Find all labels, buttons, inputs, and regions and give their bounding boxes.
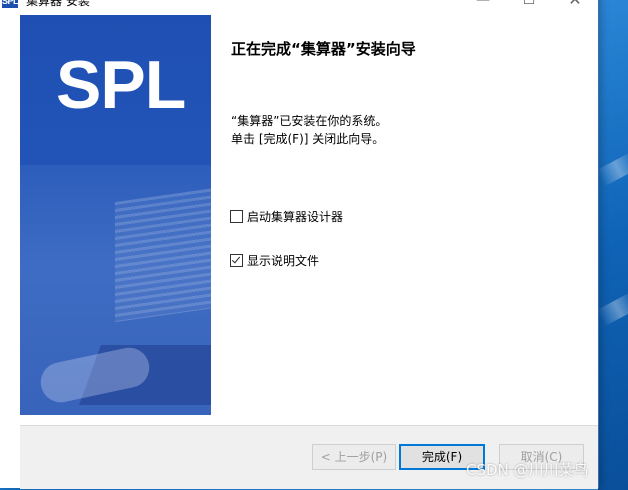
show-readme-checkbox[interactable] (230, 253, 243, 267)
show-readme-label[interactable]: 显示说明文件 (247, 252, 319, 269)
installer-window: SPL 集算器 安装 — ☐ ✕ SPL 正在完成“集算器”安装向导 “集算器”… (0, 0, 599, 489)
launch-designer-label[interactable]: 启动集算器设计器 (247, 208, 343, 225)
window-title: 集算器 安装 (26, 0, 90, 8)
launch-designer-option[interactable]: 启动集算器设计器 (230, 208, 343, 224)
wallpaper-streak (596, 151, 628, 187)
title-bar[interactable]: SPL 集算器 安装 — ☐ ✕ (0, 0, 598, 15)
minimize-icon[interactable]: — (460, 0, 506, 15)
spl-logo: SPL (56, 47, 186, 123)
page-heading: 正在完成“集算器”安装向导 (231, 40, 416, 58)
show-readme-option[interactable]: 显示说明文件 (230, 252, 319, 268)
close-icon[interactable]: ✕ (552, 0, 598, 15)
back-button[interactable]: < 上一步(P) (312, 444, 396, 470)
install-complete-text: “集算器”已安装在你的系统。 (231, 114, 388, 128)
desktop-wallpaper (596, 0, 628, 490)
wizard-banner: SPL (20, 15, 211, 415)
finish-instruction-text: 单击 [完成(F)] 关闭此向导。 (231, 132, 385, 146)
app-logo-icon: SPL (2, 0, 19, 8)
maximize-icon[interactable]: ☐ (506, 0, 552, 15)
banner-screen-graphic (115, 187, 211, 323)
watermark-text: CSDN @川川菜鸟 (466, 461, 589, 479)
launch-designer-checkbox[interactable] (230, 209, 243, 223)
wallpaper-streak (596, 291, 628, 327)
